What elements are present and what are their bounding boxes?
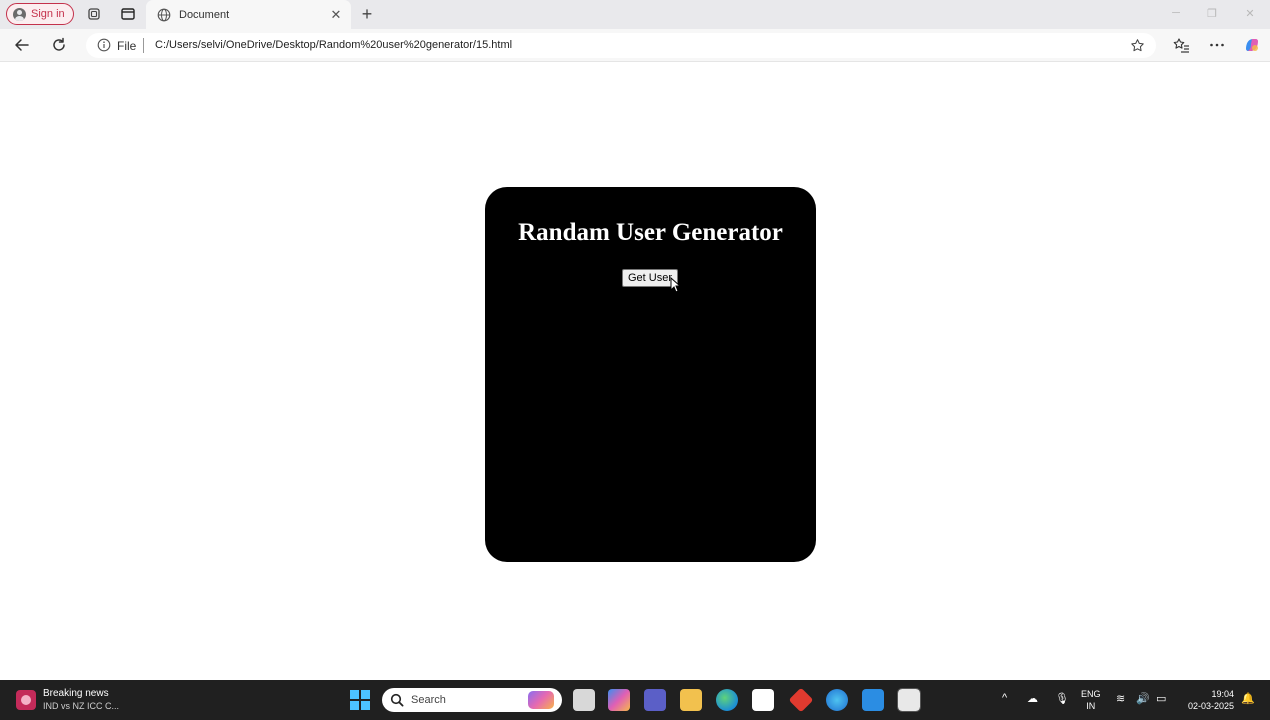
- close-tab-icon[interactable]: ✕: [325, 7, 347, 23]
- language-indicator[interactable]: ENG IN: [1081, 688, 1101, 712]
- clock-time: 19:04: [1211, 689, 1234, 699]
- tab-title: Document: [179, 8, 230, 21]
- clock-date: 02-03-2025: [1187, 701, 1234, 711]
- teams-icon[interactable]: [644, 689, 666, 711]
- browser-window: Sign in Document ✕ + ─ ❐ ✕ File C:/Users…: [0, 0, 1270, 720]
- taskbar: Breaking news IND vs NZ ICC C... Search …: [0, 680, 1270, 720]
- more-options-icon[interactable]: [1208, 36, 1226, 54]
- search-highlight-icon: [528, 691, 554, 709]
- news-widget[interactable]: Breaking news IND vs NZ ICC C...: [16, 687, 119, 712]
- copilot-app-icon[interactable]: [608, 689, 630, 711]
- address-divider: [143, 38, 144, 53]
- minimize-icon[interactable]: ─: [1168, 7, 1184, 19]
- onedrive-icon[interactable]: ☁: [1027, 692, 1038, 705]
- wifi-icon[interactable]: ≋: [1116, 692, 1125, 705]
- browser-toolbar: File C:/Users/selvi/OneDrive/Desktop/Ran…: [0, 29, 1270, 62]
- restore-icon[interactable]: ❐: [1204, 7, 1220, 20]
- news-subtitle: IND vs NZ ICC C...: [43, 701, 119, 711]
- mouse-cursor-icon: [670, 277, 681, 293]
- battery-icon[interactable]: ▭: [1156, 692, 1166, 705]
- copilot-icon[interactable]: [1243, 36, 1261, 54]
- start-icon[interactable]: [350, 690, 370, 710]
- active-app-icon[interactable]: [897, 688, 921, 712]
- address-bar[interactable]: File C:/Users/selvi/OneDrive/Desktop/Ran…: [86, 33, 1156, 58]
- taskbar-search[interactable]: Search: [382, 688, 562, 712]
- task-view-icon[interactable]: [573, 689, 595, 711]
- globe-icon: [157, 8, 171, 21]
- edge-icon[interactable]: [716, 689, 738, 711]
- git-icon[interactable]: [788, 687, 814, 713]
- system-clock[interactable]: 19:04 02-03-2025: [1180, 688, 1234, 712]
- notification-icon[interactable]: 🔔: [1241, 692, 1255, 705]
- search-placeholder: Search: [411, 694, 446, 706]
- new-tab-button[interactable]: +: [358, 4, 376, 24]
- address-url[interactable]: C:/Users/selvi/OneDrive/Desktop/Random%2…: [155, 39, 512, 51]
- favorite-star-icon[interactable]: [1130, 38, 1145, 53]
- tab-document[interactable]: Document ✕: [146, 0, 351, 29]
- info-icon[interactable]: [97, 38, 111, 52]
- address-scheme: File: [117, 39, 137, 53]
- store-icon[interactable]: [752, 689, 774, 711]
- region-code: IN: [1086, 701, 1096, 711]
- page-viewport: Randam User Generator Get User: [0, 63, 1270, 680]
- user-generator-card: Randam User Generator Get User: [485, 187, 816, 562]
- tab-actions-icon[interactable]: [120, 6, 136, 22]
- close-window-icon[interactable]: ✕: [1242, 7, 1258, 20]
- profile-icon: [13, 7, 26, 21]
- sign-in-label: Sign in: [31, 8, 65, 20]
- browser-app-icon[interactable]: [826, 689, 848, 711]
- search-icon: [390, 693, 404, 707]
- chevron-up-icon[interactable]: ^: [1002, 692, 1007, 704]
- microphone-icon[interactable]: 🎙: [1055, 692, 1069, 705]
- vscode-icon[interactable]: [862, 689, 884, 711]
- tab-strip: Sign in Document ✕ + ─ ❐ ✕: [0, 0, 1270, 29]
- back-icon[interactable]: [13, 36, 31, 54]
- language-code: ENG: [1081, 689, 1101, 699]
- page-title: Randam User Generator: [518, 219, 783, 246]
- favorites-icon[interactable]: [1172, 36, 1190, 54]
- news-icon: [16, 689, 36, 710]
- workspaces-icon[interactable]: [86, 6, 102, 22]
- sign-in-button[interactable]: Sign in: [6, 3, 74, 25]
- volume-icon[interactable]: 🔊: [1136, 692, 1150, 705]
- refresh-icon[interactable]: [50, 36, 68, 54]
- news-title: Breaking news: [43, 688, 109, 699]
- file-explorer-icon[interactable]: [680, 689, 702, 711]
